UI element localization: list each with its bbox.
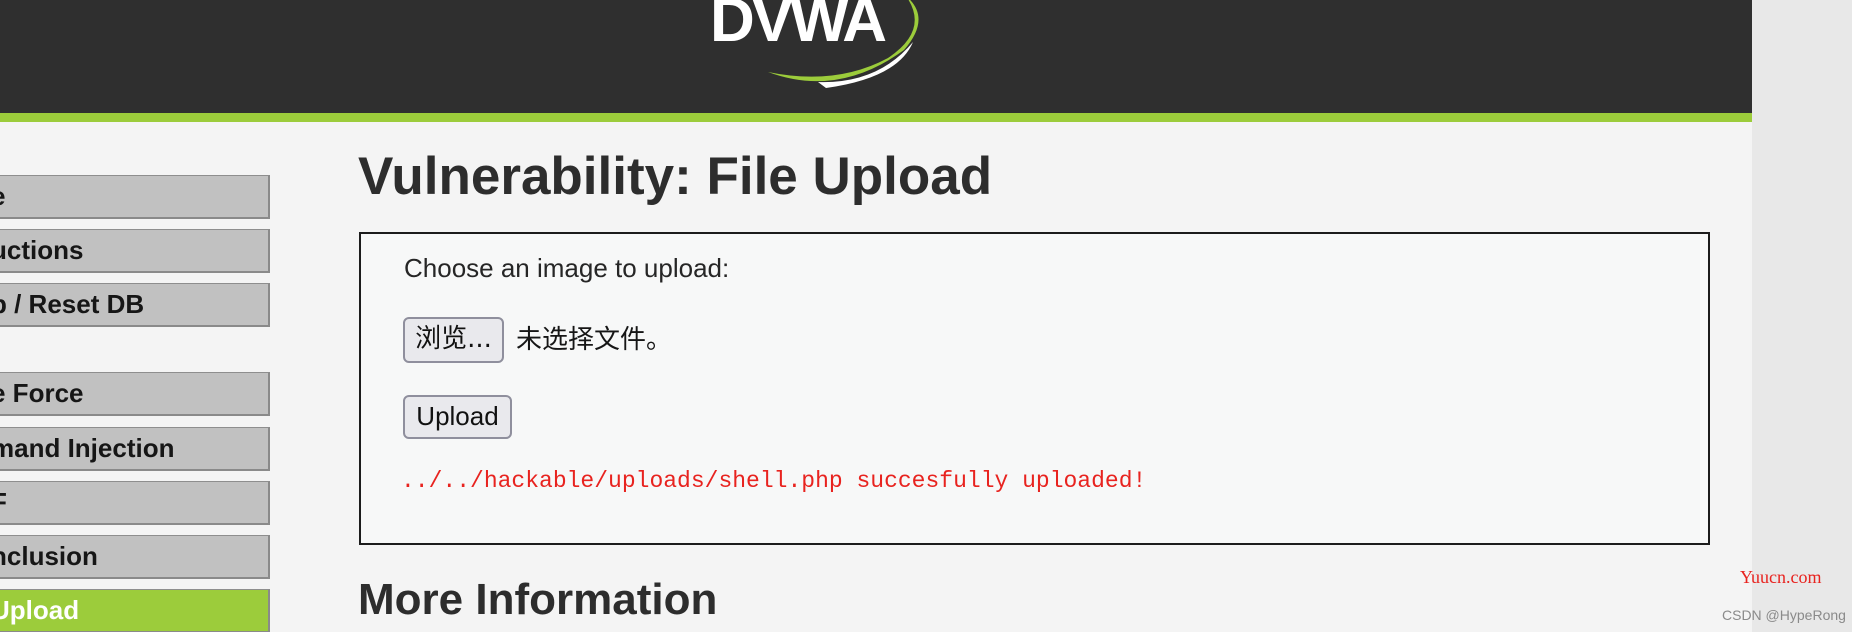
sidebar-menu: e uctions p / Reset DB e Force mand Inje… (0, 0, 272, 632)
browser-viewport: DVWA e uctions p / Reset DB e Force mand… (0, 0, 1852, 632)
sidebar-item-label: mand Injection (0, 433, 175, 463)
sidebar-item-command-injection[interactable]: mand Injection (0, 427, 270, 471)
sidebar-item-label: e (0, 176, 5, 216)
sidebar-item-label: e Force (0, 378, 84, 408)
sidebar-item-csrf[interactable]: F (0, 481, 270, 525)
sidebar-item-label: F (0, 482, 7, 522)
dvwa-page: DVWA e uctions p / Reset DB e Force mand… (0, 0, 1752, 632)
sidebar-item-label: p / Reset DB (0, 289, 145, 319)
sidebar-item-file-inclusion[interactable]: nclusion (0, 535, 270, 579)
sidebar-item-home[interactable]: e (0, 175, 270, 219)
sidebar-item-instructions[interactable]: uctions (0, 229, 270, 273)
upload-prompt: Choose an image to upload: (404, 253, 730, 283)
upload-form-box: Choose an image to upload: 浏览... 未选择文件。 … (359, 232, 1710, 545)
sidebar-item-label: Upload (0, 595, 80, 625)
sidebar-item-file-upload[interactable]: Upload (0, 589, 270, 632)
author-watermark: CSDN @HypeRong (1722, 607, 1846, 623)
more-info-heading: More Information (358, 575, 718, 624)
upload-button[interactable]: Upload (403, 395, 512, 439)
logo-text: DVWA (710, 0, 887, 55)
dvwa-logo: DVWA (708, 0, 928, 90)
page-title: Vulnerability: File Upload (358, 147, 993, 206)
site-watermark: Yuucn.com (1740, 567, 1822, 587)
sidebar-item-label: uctions (0, 235, 84, 265)
file-status-text: 未选择文件。 (516, 325, 673, 355)
sidebar-item-label: nclusion (0, 541, 98, 571)
upload-result-message: ../../hackable/uploads/shell.php succesf… (401, 468, 1147, 494)
sidebar-item-setup[interactable]: p / Reset DB (0, 283, 270, 327)
sidebar-item-brute-force[interactable]: e Force (0, 372, 270, 416)
browse-button[interactable]: 浏览... (403, 317, 504, 363)
